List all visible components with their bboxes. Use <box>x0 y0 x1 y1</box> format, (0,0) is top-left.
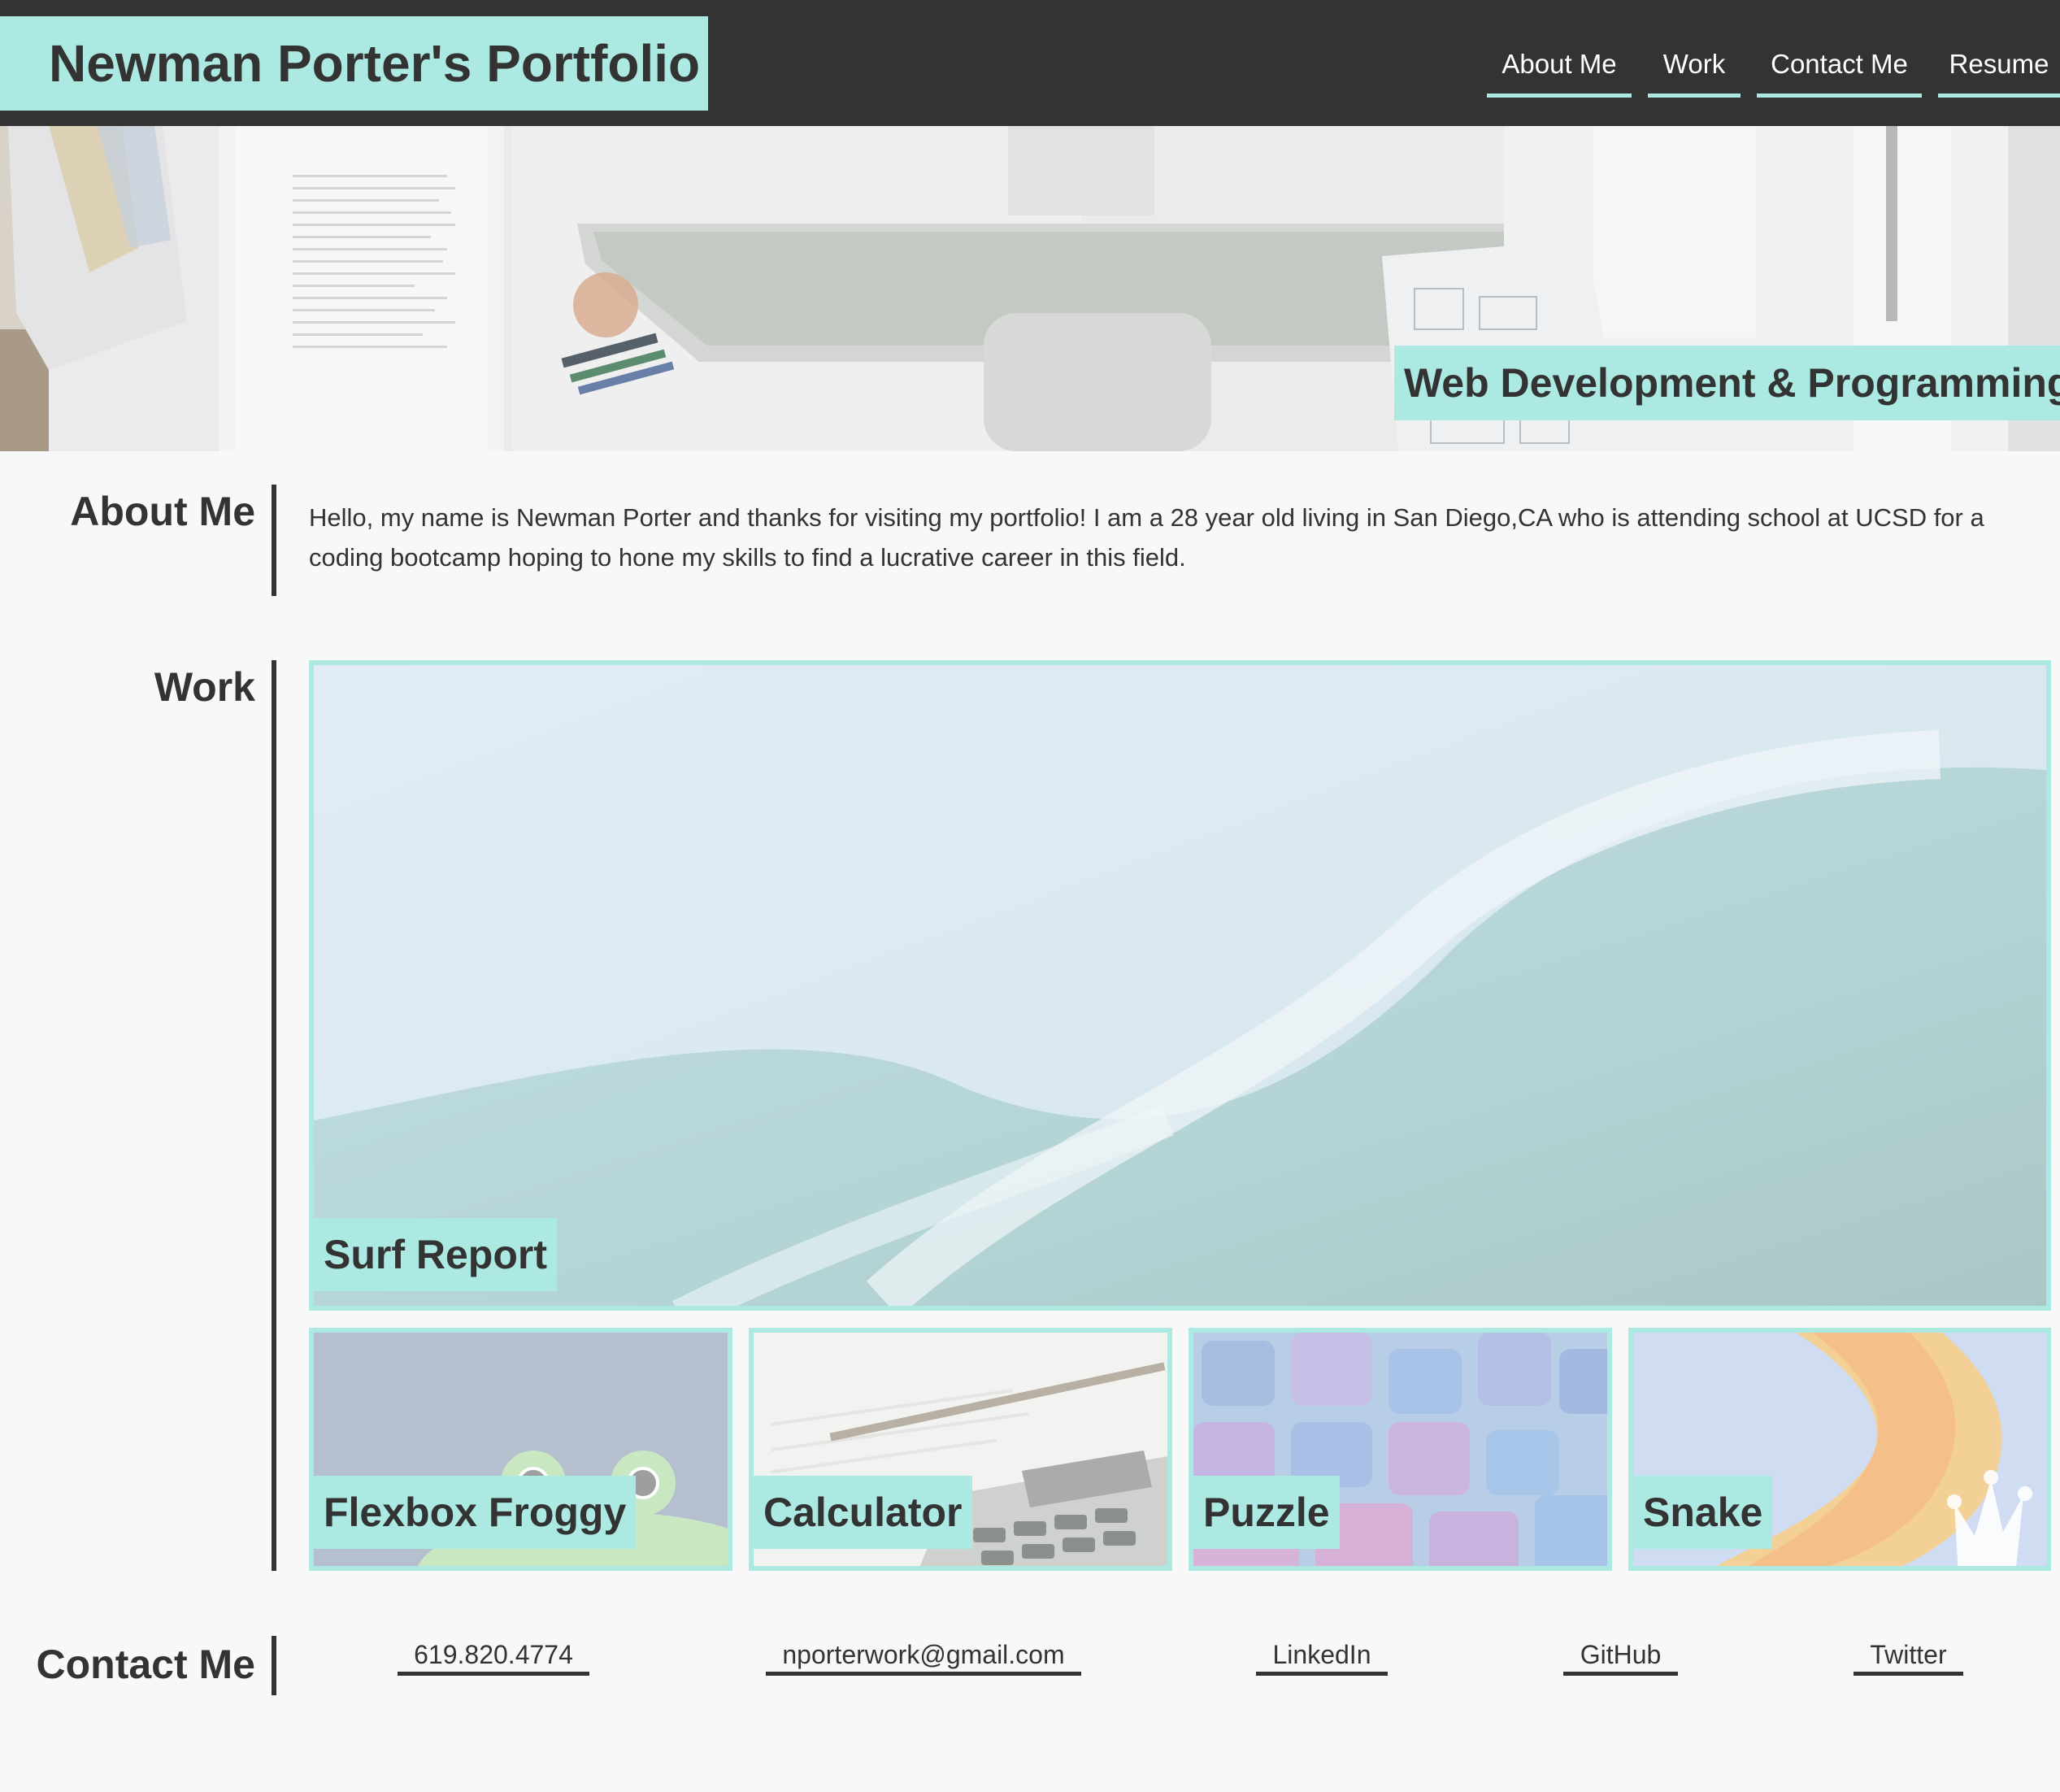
project-label-snake: Snake <box>1633 1476 1773 1549</box>
contact-github-link[interactable]: GitHub <box>1563 1637 1678 1676</box>
contact-twitter-link[interactable]: Twitter <box>1854 1637 1963 1676</box>
work-divider <box>272 660 276 1571</box>
project-card-snake[interactable]: Snake <box>1628 1328 2051 1571</box>
work-heading: Work <box>154 664 255 710</box>
project-label-calculator: Calculator <box>754 1476 972 1549</box>
contact-divider <box>272 1636 276 1695</box>
project-card-puzzle[interactable]: Puzzle <box>1189 1328 1612 1571</box>
nav-resume[interactable]: Resume <box>1938 39 2060 98</box>
contact-linkedin-link[interactable]: LinkedIn <box>1256 1637 1388 1676</box>
project-label-puzzle: Puzzle <box>1193 1476 1340 1549</box>
nav-contact-me[interactable]: Contact Me <box>1757 39 1922 98</box>
wave-image <box>314 665 2046 1306</box>
hero-banner: Web Development & Programming <box>0 126 2060 451</box>
nav-about-me[interactable]: About Me <box>1487 39 1632 98</box>
contact-heading: Contact Me <box>36 1642 255 1687</box>
project-card-calculator[interactable]: Calculator <box>749 1328 1172 1571</box>
nav-work[interactable]: Work <box>1648 39 1741 98</box>
project-label-surf-report: Surf Report <box>314 1218 557 1291</box>
about-heading: About Me <box>70 489 255 534</box>
main-nav: About Me Work Contact Me Resume <box>0 0 2060 126</box>
contact-phone-link[interactable]: 619.820.4774 <box>398 1637 589 1676</box>
project-label-flexbox-froggy: Flexbox Froggy <box>314 1476 637 1549</box>
about-divider <box>272 485 276 596</box>
about-text: Hello, my name is Newman Porter and than… <box>309 503 1984 572</box>
contact-email-link[interactable]: nporterwork@gmail.com <box>766 1637 1081 1676</box>
project-card-flexbox-froggy[interactable]: Flexbox Froggy <box>309 1328 732 1571</box>
site-header: Newman Porter's Portfolio About Me Work … <box>0 0 2060 126</box>
project-card-surf-report[interactable]: Surf Report <box>309 660 2051 1311</box>
hero-tagline: Web Development & Programming <box>1394 346 2060 420</box>
